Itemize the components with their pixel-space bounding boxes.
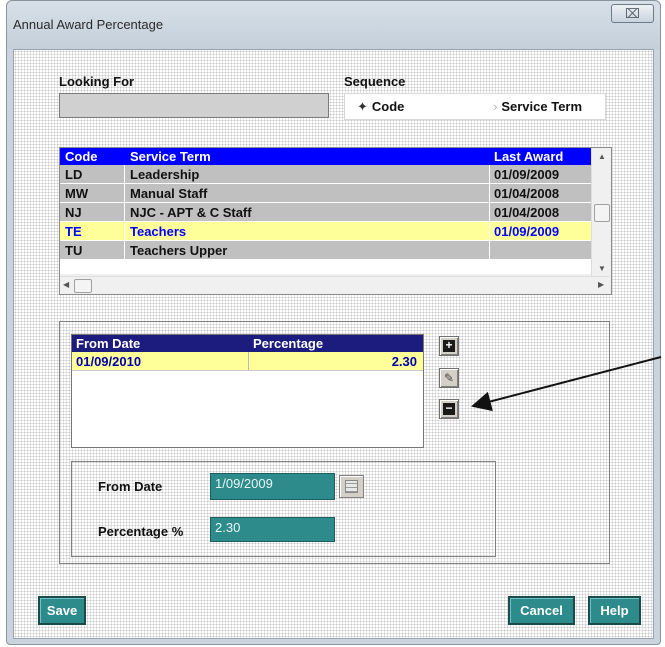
- annotation-arrow: [471, 356, 662, 412]
- arrow-line: [471, 356, 662, 412]
